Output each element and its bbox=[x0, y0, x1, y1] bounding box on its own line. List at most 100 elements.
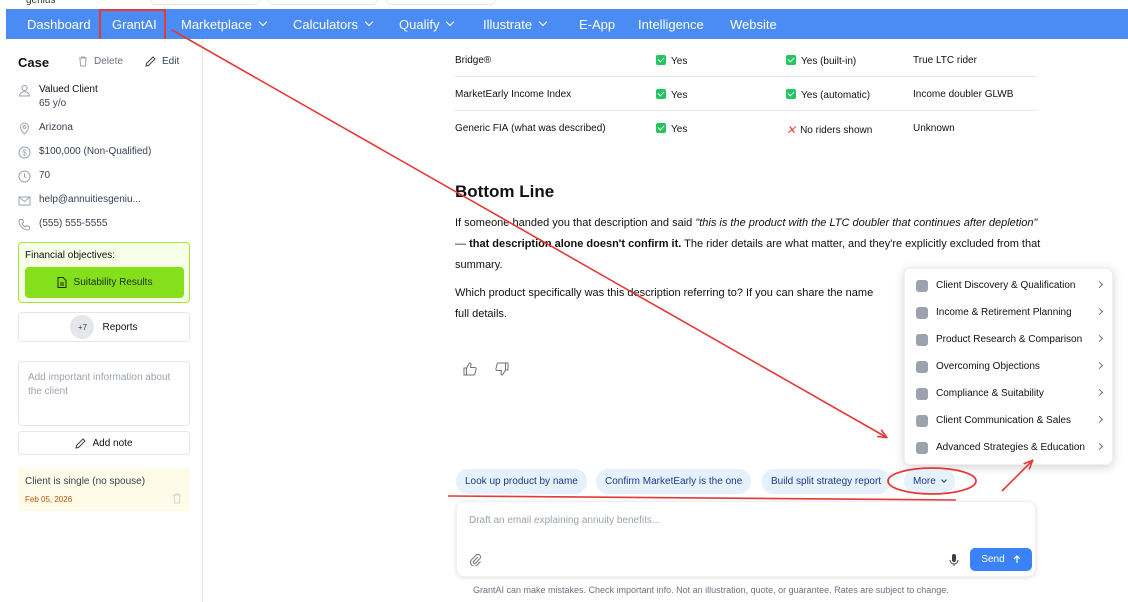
nav-qualify[interactable]: Qualify bbox=[399, 9, 455, 39]
nav-dashboard[interactable]: Dashboard bbox=[27, 9, 91, 39]
nav-label: Website bbox=[730, 16, 777, 32]
microphone-icon[interactable] bbox=[948, 553, 960, 567]
cell-col4: Income doubler GLWB bbox=[913, 89, 1014, 100]
menu-label: Advanced Strategies & Education bbox=[936, 442, 1085, 453]
client-amount-row: $ $100,000 (Non-Qualified) bbox=[18, 146, 151, 159]
browser-top-strip: genius bbox=[0, 0, 1128, 9]
trash-icon[interactable] bbox=[172, 493, 182, 504]
add-note-label: Add note bbox=[92, 437, 133, 449]
reports-label: Reports bbox=[102, 321, 138, 333]
top-pill bbox=[150, 0, 260, 5]
client-phone[interactable]: (555) 555-5555 bbox=[39, 218, 107, 229]
nav-eapp[interactable]: E-App bbox=[579, 9, 615, 39]
product-name: Bridge® bbox=[455, 55, 492, 66]
cell-col3: ✕ No riders shown bbox=[786, 123, 872, 137]
nav-intelligence[interactable]: Intelligence bbox=[638, 9, 704, 39]
check-icon bbox=[786, 55, 796, 65]
client-amount: $100,000 (Non-Qualified) bbox=[39, 146, 152, 157]
nav-illustrate[interactable]: Illustrate bbox=[483, 9, 548, 39]
more-label: More bbox=[913, 476, 936, 487]
client-state-row: Arizona bbox=[18, 122, 73, 135]
edit-button[interactable]: Edit bbox=[145, 56, 179, 67]
nav-label: Calculators bbox=[293, 16, 359, 32]
case-title: Case bbox=[18, 55, 50, 70]
check-icon bbox=[786, 89, 796, 99]
delete-label: Delete bbox=[94, 56, 123, 67]
section-heading: Bottom Line bbox=[455, 182, 555, 201]
client-state: Arizona bbox=[39, 122, 73, 133]
main-nav: Dashboard GrantAI Marketplace Calculator… bbox=[6, 9, 1128, 39]
chevron-right-icon bbox=[1095, 442, 1104, 451]
nav-label: Intelligence bbox=[638, 16, 704, 32]
reports-count-badge: +7 bbox=[70, 315, 95, 339]
logo-text: genius bbox=[26, 0, 56, 6]
para-quote: "this is the product with the LTC double… bbox=[695, 217, 1038, 229]
case-sidebar: Case Delete Edit Valued Client 65 y/o Ari… bbox=[6, 39, 203, 602]
nav-label: Qualify bbox=[399, 16, 440, 32]
menu-label: Overcoming Objections bbox=[936, 361, 1040, 372]
shield-check-icon bbox=[916, 387, 928, 400]
table-row: MarketEarly Income Index Yes Yes (automa… bbox=[455, 77, 1037, 111]
graduation-cap-icon bbox=[916, 441, 928, 454]
para-text: — bbox=[455, 238, 470, 250]
cell-text: Yes bbox=[671, 124, 688, 135]
pencil-icon bbox=[145, 56, 156, 67]
nav-label: Illustrate bbox=[483, 16, 533, 32]
nav-marketplace[interactable]: Marketplace bbox=[181, 9, 268, 39]
search-icon bbox=[916, 333, 928, 346]
menu-item[interactable]: Client Communication & Sales bbox=[905, 407, 1114, 434]
chevron-down-icon bbox=[940, 476, 947, 483]
suggestion-chip[interactable]: Look up product by name bbox=[456, 469, 587, 494]
client-score: 70 bbox=[39, 170, 51, 181]
user-circle-icon bbox=[916, 279, 928, 292]
thumbs-down-icon[interactable] bbox=[495, 362, 509, 376]
edit-label: Edit bbox=[162, 56, 180, 67]
product-cell: Generic FIA (what was described) bbox=[455, 123, 606, 134]
chevron-right-icon bbox=[1095, 280, 1104, 289]
shield-icon bbox=[916, 360, 928, 373]
menu-item[interactable]: Client Discovery & Qualification bbox=[905, 272, 1114, 299]
delete-button[interactable]: Delete bbox=[78, 56, 123, 67]
user-icon bbox=[18, 84, 31, 97]
money-icon bbox=[916, 306, 928, 319]
product-note: (what was described) bbox=[511, 123, 606, 134]
clock-icon bbox=[18, 170, 31, 183]
menu-label: Product Research & Comparison bbox=[936, 334, 1083, 345]
menu-item[interactable]: Overcoming Objections bbox=[905, 353, 1114, 380]
client-age: 65 y/o bbox=[39, 98, 67, 109]
menu-label: Client Communication & Sales bbox=[936, 415, 1072, 426]
cell-col2: Yes bbox=[656, 55, 687, 67]
client-email[interactable]: help@annuitiesgeniu... bbox=[39, 194, 141, 205]
menu-item[interactable]: Compliance & Suitability bbox=[905, 380, 1114, 407]
client-phone-row: (555) 555-5555 bbox=[18, 218, 107, 231]
suggestion-chip[interactable]: Build split strategy report bbox=[762, 469, 891, 494]
nav-website[interactable]: Website bbox=[730, 9, 777, 39]
menu-item[interactable]: Advanced Strategies & Education bbox=[905, 434, 1114, 461]
more-chip[interactable]: More bbox=[904, 469, 955, 494]
top-pill bbox=[386, 0, 496, 5]
note-textarea[interactable]: Add important information about the clie… bbox=[18, 361, 190, 426]
chevron-down-icon bbox=[446, 17, 455, 27]
suitability-results-button[interactable]: Suitability Results bbox=[25, 267, 184, 298]
cell-col3: Yes (built-in) bbox=[786, 55, 856, 67]
cell-text: Yes (automatic) bbox=[801, 90, 871, 101]
send-button[interactable]: Send bbox=[970, 548, 1032, 571]
note-text: Client is single (no spouse) bbox=[25, 476, 146, 487]
check-icon bbox=[656, 89, 666, 99]
thumbs-up-icon[interactable] bbox=[463, 362, 477, 376]
annotation-box bbox=[99, 9, 166, 41]
cell-text: Yes bbox=[671, 90, 688, 101]
cell-text: Yes bbox=[671, 56, 688, 67]
paperclip-icon[interactable] bbox=[469, 553, 482, 566]
reports-button[interactable]: +7 Reports bbox=[18, 312, 190, 342]
add-note-button[interactable]: Add note bbox=[18, 431, 190, 455]
message-composer[interactable]: Draft an email explaining annuity benefi… bbox=[456, 501, 1036, 577]
nav-calculators[interactable]: Calculators bbox=[293, 9, 374, 39]
dollar-icon: $ bbox=[18, 146, 31, 159]
suggestion-chip[interactable]: Confirm MarketEarly is the one bbox=[596, 469, 752, 494]
menu-item[interactable]: Product Research & Comparison bbox=[905, 326, 1114, 353]
product-name: Generic FIA bbox=[455, 123, 509, 134]
message-input-placeholder[interactable]: Draft an email explaining annuity benefi… bbox=[469, 515, 660, 526]
menu-item[interactable]: Income & Retirement Planning bbox=[905, 299, 1114, 326]
mail-icon bbox=[18, 196, 31, 206]
